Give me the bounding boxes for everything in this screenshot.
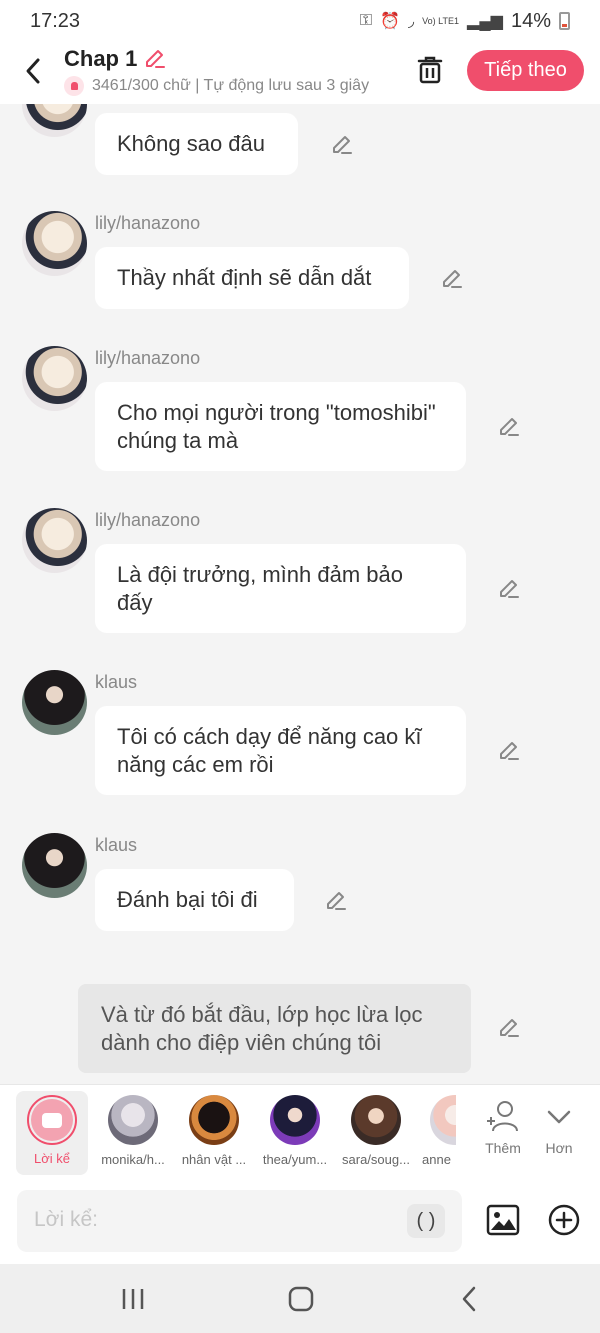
narration-bubble[interactable]: Và từ đó bắt đầu, lớp học lừa lọc dành c… xyxy=(78,984,471,1073)
character-item[interactable]: anne xyxy=(416,1093,456,1173)
character-avatar xyxy=(351,1095,401,1145)
message-bubble[interactable]: Là đội trưởng, mình đảm bảo đấy xyxy=(95,544,466,633)
edit-icon[interactable] xyxy=(329,132,355,158)
character-name: klaus xyxy=(95,672,138,692)
signal-icon: ▂▄▆ xyxy=(467,13,503,30)
character-item[interactable]: sara/soug... xyxy=(335,1093,417,1173)
more-label: Hơn xyxy=(545,1140,573,1156)
more-button[interactable]: Hơn xyxy=(534,1097,584,1156)
wifi-icon: ◞ xyxy=(407,13,415,30)
status-time: 17:23 xyxy=(30,9,81,32)
next-button[interactable]: Tiếp theo xyxy=(467,50,584,91)
avatar[interactable] xyxy=(22,670,87,735)
message-bubble[interactable]: Cho mọi người trong "tomoshibi" chúng ta… xyxy=(95,382,466,471)
battery-icon xyxy=(559,12,570,30)
key-icon: ⚿ xyxy=(359,12,373,29)
character-label: anne xyxy=(422,1152,451,1167)
narrator-icon xyxy=(27,1095,77,1145)
character-label: monika/h... xyxy=(101,1152,165,1167)
home-icon xyxy=(288,1286,314,1312)
system-nav-bar xyxy=(0,1264,600,1333)
avatar[interactable] xyxy=(22,104,87,137)
character-item[interactable]: nhân vật ... xyxy=(173,1093,255,1173)
message-bubble[interactable]: Thầy nhất định sẽ dẫn dắt xyxy=(95,247,409,309)
save-status: 3461/300 chữ | Tự động lưu sau 3 giây xyxy=(64,76,390,96)
message-bubble[interactable]: Đánh bại tôi đi xyxy=(95,869,294,931)
recent-apps-icon xyxy=(122,1289,144,1309)
back-arrow-icon xyxy=(26,58,40,84)
message-bubble[interactable]: Tôi có cách dạy để năng cao kĩ năng các … xyxy=(95,706,466,795)
character-selector: Lời kể monika/h... nhân vật ... thea/yum… xyxy=(0,1084,600,1180)
character-avatar xyxy=(108,1095,158,1145)
narrator-label: Lời kể xyxy=(34,1151,70,1166)
avatar[interactable] xyxy=(22,346,87,411)
character-label: nhân vật ... xyxy=(181,1152,247,1167)
parentheses-button[interactable]: ( ) xyxy=(407,1204,445,1238)
recent-apps-button[interactable] xyxy=(113,1282,153,1316)
add-person-icon xyxy=(487,1101,518,1132)
character-label: thea/yum... xyxy=(262,1152,328,1167)
status-bar: 17:23 ⚿ ⏰ ◞ Vo) LTE1 ▂▄▆ 14% xyxy=(0,0,600,42)
input-placeholder: Lời kể: xyxy=(34,1208,98,1231)
avatar[interactable] xyxy=(22,833,87,898)
character-avatar xyxy=(189,1095,239,1145)
chevron-down-icon xyxy=(547,1110,571,1124)
delete-button[interactable] xyxy=(412,52,448,88)
character-label: sara/soug... xyxy=(342,1152,410,1167)
bell-icon xyxy=(64,76,84,96)
status-icons: ⚿ ⏰ ◞ Vo) LTE1 ▂▄▆ 14% xyxy=(360,10,570,33)
word-count-status: 3461/300 chữ | Tự động lưu sau 3 giây xyxy=(92,77,370,94)
chat-area[interactable]: Không sao đâu lily/hanazono Thầy nhất đị… xyxy=(0,104,600,1084)
character-item[interactable]: monika/h... xyxy=(92,1093,174,1173)
add-label: Thêm xyxy=(485,1140,521,1156)
avatar[interactable] xyxy=(22,211,87,276)
edit-icon[interactable] xyxy=(496,576,522,602)
narrator-tab[interactable]: Lời kể xyxy=(16,1091,88,1175)
character-avatar xyxy=(270,1095,320,1145)
edit-icon[interactable] xyxy=(496,414,522,440)
trash-icon xyxy=(417,56,443,84)
lte-label: Vo) LTE1 xyxy=(422,15,460,26)
back-button[interactable] xyxy=(18,54,48,88)
character-name: lily/hanazono xyxy=(95,213,201,233)
character-avatar xyxy=(430,1095,456,1145)
image-icon xyxy=(486,1204,520,1236)
character-name: klaus xyxy=(95,835,138,855)
message-bubble[interactable]: Không sao đâu xyxy=(95,113,298,175)
character-name: lily/hanazono xyxy=(95,510,201,530)
edit-icon[interactable] xyxy=(439,266,465,292)
add-character-button[interactable]: Thêm xyxy=(478,1097,528,1156)
add-content-button[interactable] xyxy=(548,1204,580,1236)
system-back-button[interactable] xyxy=(449,1282,489,1316)
avatar[interactable] xyxy=(22,508,87,573)
edit-icon[interactable] xyxy=(496,738,522,764)
editor-header: Chap 1 3461/300 chữ | Tự động lưu sau 3 … xyxy=(0,42,600,104)
plus-circle-icon xyxy=(548,1204,580,1236)
alarm-icon: ⏰ xyxy=(380,13,400,30)
insert-image-button[interactable] xyxy=(486,1204,520,1236)
chapter-title[interactable]: Chap 1 xyxy=(64,46,137,72)
title-edit-icon[interactable] xyxy=(142,46,168,72)
edit-icon[interactable] xyxy=(323,888,349,914)
edit-icon[interactable] xyxy=(496,1015,522,1041)
battery-percent: 14% xyxy=(510,9,551,32)
character-name: lily/hanazono xyxy=(95,348,201,368)
character-item[interactable]: thea/yum... xyxy=(254,1093,336,1173)
home-button[interactable] xyxy=(281,1282,321,1316)
back-icon xyxy=(462,1286,476,1312)
input-bar: Lời kể: ( ) xyxy=(0,1180,600,1264)
narration-input[interactable]: Lời kể: ( ) xyxy=(17,1190,462,1252)
